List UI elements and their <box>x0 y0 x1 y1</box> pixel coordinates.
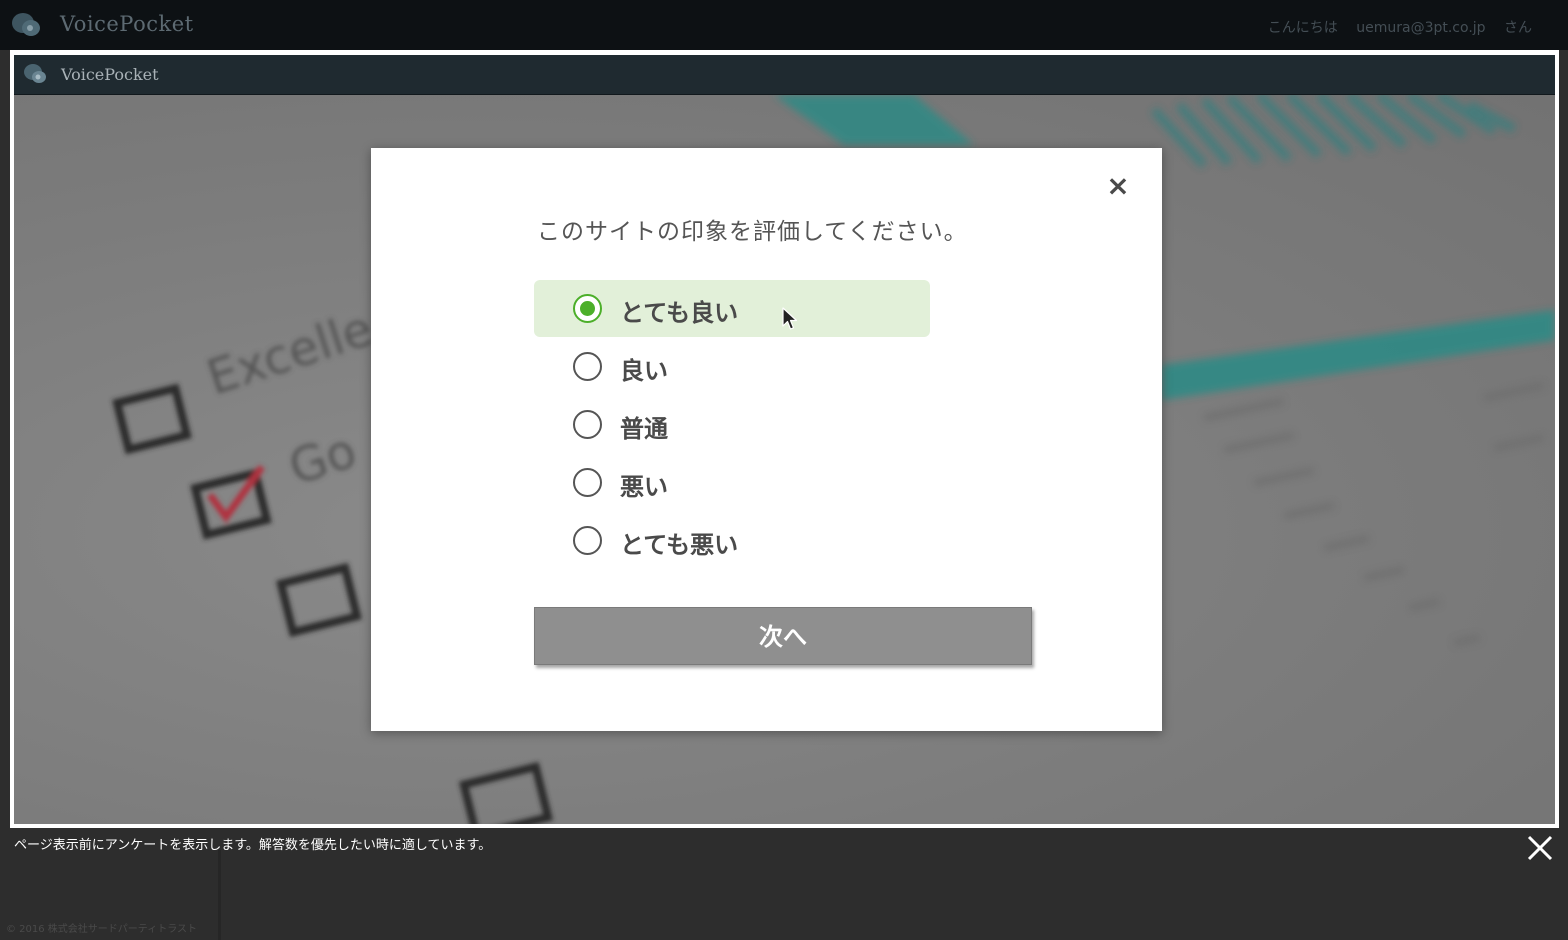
app-header: VoicePocket こんにちは uemura@3pt.co.jp さん <box>0 0 1568 50</box>
app-title: VoicePocket <box>60 12 194 36</box>
option-label: 良い <box>620 357 668 385</box>
info-description: ページ表示前にアンケートを表示します。解答数を優先したい時に適しています。 <box>14 838 492 853</box>
preview-title: VoicePocket <box>61 65 159 84</box>
bg-word-good: Go <box>282 423 363 497</box>
preview-header: VoicePocket <box>14 55 1555 95</box>
user-email[interactable]: uemura@3pt.co.jp <box>1356 20 1485 36</box>
option-label: 悪い <box>620 473 668 501</box>
option-label: とても良い <box>620 299 739 327</box>
modal-close-icon[interactable]: × <box>1106 172 1130 200</box>
survey-modal: × このサイトの印象を評価してください。 とても良い 良い 普通 悪い とても悪… <box>371 148 1162 731</box>
survey-question: このサイトの印象を評価してください。 <box>537 219 968 245</box>
preview-logo-icon <box>24 64 46 83</box>
option-very-good[interactable]: とても良い <box>534 280 930 337</box>
option-label: とても悪い <box>620 531 739 559</box>
logo-icon <box>12 13 40 36</box>
option-neutral[interactable]: 普通 <box>534 396 930 453</box>
honorific-text: さん <box>1504 20 1532 36</box>
option-very-bad[interactable]: とても悪い <box>534 512 930 569</box>
option-label: 普通 <box>620 415 668 443</box>
copyright-text: © 2016 株式会社サードパーティトラスト <box>6 924 198 935</box>
radio-unchecked-icon[interactable] <box>573 410 602 439</box>
radio-unchecked-icon[interactable] <box>573 352 602 381</box>
radio-checked-icon[interactable] <box>573 294 602 323</box>
radio-unchecked-icon[interactable] <box>573 526 602 555</box>
radio-unchecked-icon[interactable] <box>573 468 602 497</box>
rating-options: とても良い 良い 普通 悪い とても悪い <box>534 280 930 570</box>
user-greeting: こんにちは uemura@3pt.co.jp さん <box>1268 17 1532 37</box>
sidebar-divider <box>218 850 221 940</box>
preview-frame: VoicePocket Excelle Go × このサイトの印象を評価してくだ… <box>10 50 1559 828</box>
option-bad[interactable]: 悪い <box>534 454 930 511</box>
bg-word-excellent: Excelle <box>200 301 379 407</box>
mouse-pointer-icon <box>782 307 798 330</box>
greeting-text: こんにちは <box>1267 20 1338 36</box>
close-icon[interactable] <box>1524 832 1556 864</box>
option-good[interactable]: 良い <box>534 338 930 395</box>
preview-viewport: VoicePocket Excelle Go × このサイトの印象を評価してくだ… <box>14 55 1555 824</box>
next-button[interactable]: 次へ <box>534 607 1032 665</box>
